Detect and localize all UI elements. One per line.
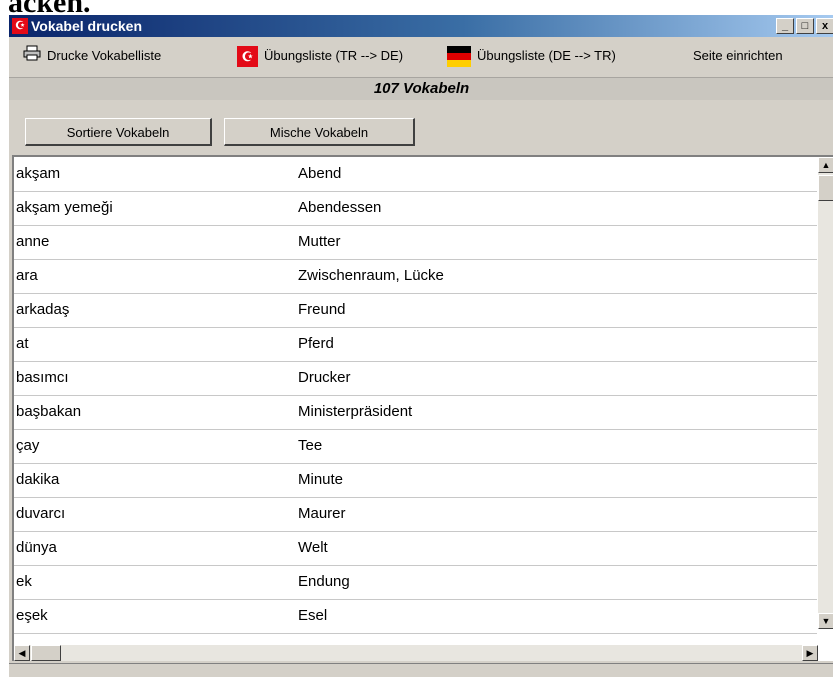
scroll-left-button[interactable]: ◀: [14, 645, 30, 661]
german-word: Mutter: [298, 233, 341, 250]
vocab-row[interactable]: at Pferd: [14, 327, 817, 362]
vocab-row[interactable]: basımcı Drucker: [14, 361, 817, 396]
german-word: Welt: [298, 539, 328, 556]
exercise-de-tr-label: Übungsliste (DE --> TR): [477, 48, 616, 63]
print-list-label: Drucke Vokabelliste: [47, 48, 162, 63]
vocab-row[interactable]: duvarcı Maurer: [14, 497, 817, 532]
title-bar[interactable]: ☪ Vokabel drucken _ □ x: [9, 15, 833, 37]
exercise-tr-de-label: Übungsliste (TR --> DE): [264, 48, 404, 63]
german-word: Tee: [298, 437, 323, 454]
german-word: Pferd: [298, 335, 334, 352]
vertical-scroll-thumb[interactable]: [818, 175, 833, 201]
app-flag-icon: ☪: [12, 18, 28, 34]
scroll-down-button[interactable]: ▼: [818, 613, 833, 629]
page-setup-item[interactable]: Seite einrichten: [693, 39, 783, 73]
german-word: Endung: [298, 573, 350, 590]
page-setup-label: Seite einrichten: [693, 48, 783, 63]
german-word: Drucker: [298, 369, 351, 386]
vocab-row[interactable]: başbakan Ministerpräsident: [14, 395, 817, 430]
turkish-word: dünya: [16, 539, 57, 556]
vocab-row[interactable]: ek Endung: [14, 565, 817, 600]
turkish-word: başbakan: [16, 403, 82, 420]
turkish-word: çay: [16, 437, 40, 454]
window-title: Vokabel drucken: [31, 18, 143, 34]
turkish-word: dakika: [16, 471, 60, 488]
german-word: Esel: [298, 607, 328, 624]
maximize-button[interactable]: □: [796, 18, 814, 34]
vocab-row[interactable]: eşek Esel: [14, 599, 817, 634]
vocab-row[interactable]: akşam yemeği Abendessen: [14, 191, 817, 226]
turkish-word: basımcı: [16, 369, 69, 386]
german-word: Maurer: [298, 505, 346, 522]
window-controls: _ □ x: [774, 18, 833, 34]
horizontal-scrollbar[interactable]: ◀ ▶: [14, 645, 818, 661]
vocab-row[interactable]: ara Zwischenraum, Lücke: [14, 259, 817, 294]
vocab-row[interactable]: akşam Abend: [14, 157, 817, 192]
turkish-word: ara: [16, 267, 38, 284]
vocab-count-label: 107 Vokabeln: [9, 77, 833, 100]
german-word: Zwischenraum, Lücke: [298, 267, 444, 284]
germany-flag-icon: [447, 46, 471, 68]
vocab-row[interactable]: dünya Welt: [14, 531, 817, 566]
vocab-row[interactable]: anne Mutter: [14, 225, 817, 260]
german-word: Abend: [298, 165, 342, 182]
minimize-button[interactable]: _: [776, 18, 794, 34]
vocab-row[interactable]: dakika Minute: [14, 463, 817, 498]
sort-vocab-button[interactable]: Sortiere Vokabeln: [25, 118, 212, 146]
german-word: Abendessen: [298, 199, 382, 216]
turkish-word: akşam yemeği: [16, 199, 113, 216]
german-word: Freund: [298, 301, 346, 318]
toolbar: Drucke Vokabelliste ☪ Übungsliste (TR -->…: [9, 39, 833, 73]
turkish-word: anne: [16, 233, 50, 250]
turkish-word: at: [16, 335, 29, 352]
german-word: Minute: [298, 471, 344, 488]
german-word: Ministerpräsident: [298, 403, 413, 420]
exercise-tr-de-item[interactable]: ☪ Übungsliste (TR --> DE): [237, 39, 403, 73]
exercise-de-tr-item[interactable]: Übungsliste (DE --> TR): [447, 39, 616, 73]
vocab-list[interactable]: akşam Abend akşam yemeği Abendessen anne Mutt…: [12, 155, 833, 661]
vocab-row[interactable]: arkadaş Freund: [14, 293, 817, 328]
vertical-scrollbar[interactable]: ▲ ▼: [818, 157, 833, 629]
scroll-right-button[interactable]: ▶: [802, 645, 818, 661]
close-button[interactable]: x: [816, 18, 833, 34]
printer-icon: [23, 40, 41, 74]
horizontal-scroll-thumb[interactable]: [31, 645, 61, 661]
print-list-item[interactable]: Drucke Vokabelliste: [23, 39, 161, 73]
turkish-word: arkadaş: [16, 301, 70, 318]
turkish-word: eşek: [16, 607, 48, 624]
turkish-word: duvarcı: [16, 505, 66, 522]
vocab-row[interactable]: çay Tee: [14, 429, 817, 464]
vocab-print-window: ☪ Vokabel drucken _ □ x Drucke Vokabellist…: [8, 14, 833, 677]
shuffle-vocab-button[interactable]: Mische Vokabeln: [224, 118, 415, 146]
turkish-word: akşam: [16, 165, 61, 182]
turkey-flag-icon: ☪: [237, 46, 258, 68]
scroll-up-button[interactable]: ▲: [818, 157, 833, 173]
turkish-word: ek: [16, 573, 32, 590]
